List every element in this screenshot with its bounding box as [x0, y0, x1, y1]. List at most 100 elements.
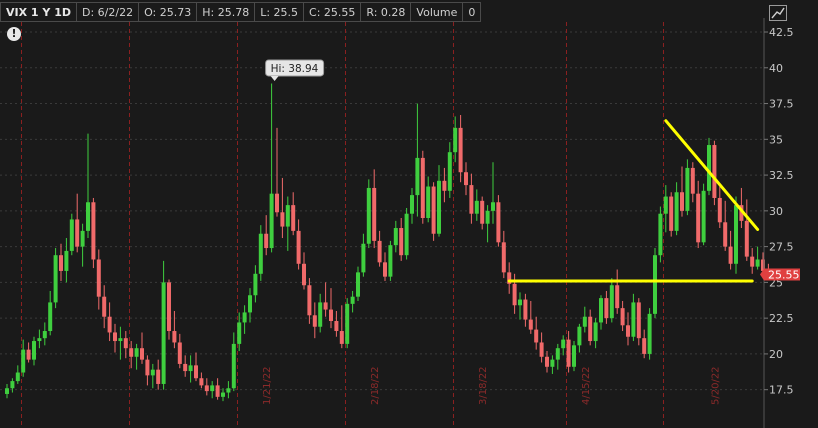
candle-body-92: [501, 242, 506, 273]
open-readout: O: 25.73: [139, 2, 198, 22]
candle-body-40: [221, 392, 225, 397]
candle-body-95: [518, 299, 522, 306]
candle-body-73: [399, 228, 404, 256]
candle-19: [107, 302, 112, 342]
last-price-badge: 25.55: [760, 268, 800, 282]
high-callout: Hi: 38.94: [265, 59, 325, 81]
candle-body-58: [318, 302, 323, 327]
candle-95: [518, 292, 522, 320]
candle-body-107: [582, 316, 587, 327]
candle-body-30: [167, 282, 171, 332]
candle-24: [134, 343, 139, 370]
candle-51: [280, 177, 285, 239]
candle-body-49: [269, 193, 274, 249]
candle-body-128: [696, 193, 701, 243]
candle-36: [199, 372, 204, 389]
symbol-label[interactable]: VIX 1 Y 1D: [0, 2, 77, 22]
candle-70: [383, 252, 387, 281]
candle-74: [404, 207, 409, 260]
candle-body-103: [561, 339, 566, 349]
y-tick-label-17.5: 17.5: [769, 384, 794, 397]
y-tick-label-30: 30: [769, 205, 783, 218]
candle-body-3: [21, 349, 26, 373]
candle-63: [345, 298, 350, 349]
candle-body-122: [663, 196, 668, 214]
candle-body-89: [485, 210, 490, 224]
candle-body-75: [410, 195, 414, 214]
drawing-tool-icon[interactable]: [768, 4, 788, 22]
candle-2: [15, 365, 20, 384]
candle-body-111: [604, 298, 609, 319]
candle-body-69: [377, 240, 382, 263]
candle-body-2: [15, 372, 20, 382]
candle-body-96: [523, 299, 528, 320]
candle-body-63: [345, 303, 350, 344]
candle-body-55: [302, 263, 306, 286]
candle-body-118: [642, 338, 647, 354]
candle-84: [458, 114, 463, 183]
date-readout: D: 6/2/22: [76, 2, 140, 22]
candle-body-59: [323, 302, 328, 310]
candle-41: [226, 381, 231, 399]
candle-body-44: [242, 312, 247, 323]
y-tick-label-37.5: 37.5: [769, 98, 794, 111]
candle-64: [350, 290, 355, 313]
candle-78: [426, 176, 431, 223]
candle-114: [620, 300, 625, 332]
candle-body-21: [118, 338, 123, 342]
candle-body-131: [712, 145, 717, 198]
candle-67: [366, 179, 371, 249]
candle-body-123: [669, 196, 674, 231]
candle-104: [566, 331, 571, 373]
candle-61: [334, 310, 339, 337]
candle-139: [755, 246, 760, 270]
candle-body-18: [102, 296, 107, 317]
candle-body-62: [339, 331, 344, 344]
candle-body-87: [474, 200, 479, 214]
candle-body-0: [5, 388, 9, 394]
candle-75: [410, 187, 414, 224]
candle-113: [615, 269, 620, 314]
candle-body-5: [32, 341, 36, 360]
x-axis-date-labels: 1/21/22 2/18/22 3/18/22 4/15/22 5/20/22: [262, 366, 721, 405]
candle-121: [658, 206, 663, 263]
candle-body-9: [53, 255, 58, 303]
y-tick-label-22.5: 22.5: [769, 312, 794, 325]
candle-18: [102, 285, 107, 329]
alert-icon[interactable]: !: [7, 27, 21, 41]
candle-128: [696, 180, 701, 249]
candle-93: [507, 262, 512, 294]
candle-32: [177, 333, 182, 369]
candle-135: [734, 196, 738, 274]
candle-body-33: [183, 363, 188, 372]
candle-9: [53, 248, 58, 309]
candle-body-119: [647, 313, 652, 354]
candle-body-52: [285, 205, 290, 227]
candle-body-56: [307, 285, 312, 316]
candle-body-6: [37, 338, 42, 342]
month-boundary-lines: [21, 22, 664, 428]
price-chart[interactable]: 1/21/22 2/18/22 3/18/22 4/15/22 5/20/22 Hi: …: [0, 0, 818, 428]
candle-body-101: [550, 359, 555, 367]
candle-59: [323, 282, 328, 317]
candle-125: [680, 166, 684, 217]
candle-body-53: [291, 205, 296, 231]
candle-body-67: [366, 187, 371, 244]
candle-body-105: [572, 345, 576, 367]
candle-body-133: [723, 222, 728, 247]
candle-body-57: [312, 315, 317, 327]
candle-22: [123, 331, 128, 359]
candle-45: [248, 288, 252, 323]
candle-body-76: [415, 157, 420, 196]
y-tick-label-32.5: 32.5: [769, 169, 794, 182]
candle-91: [496, 195, 501, 247]
close-readout: C: 25.55: [304, 2, 362, 22]
candle-body-113: [615, 285, 620, 309]
candle-99: [539, 332, 544, 363]
candle-50: [275, 127, 279, 217]
candle-body-77: [420, 157, 425, 218]
volume-value: 0: [463, 2, 482, 22]
candle-body-51: [280, 212, 285, 227]
candle-111: [604, 290, 609, 324]
candle-13: [75, 193, 80, 253]
